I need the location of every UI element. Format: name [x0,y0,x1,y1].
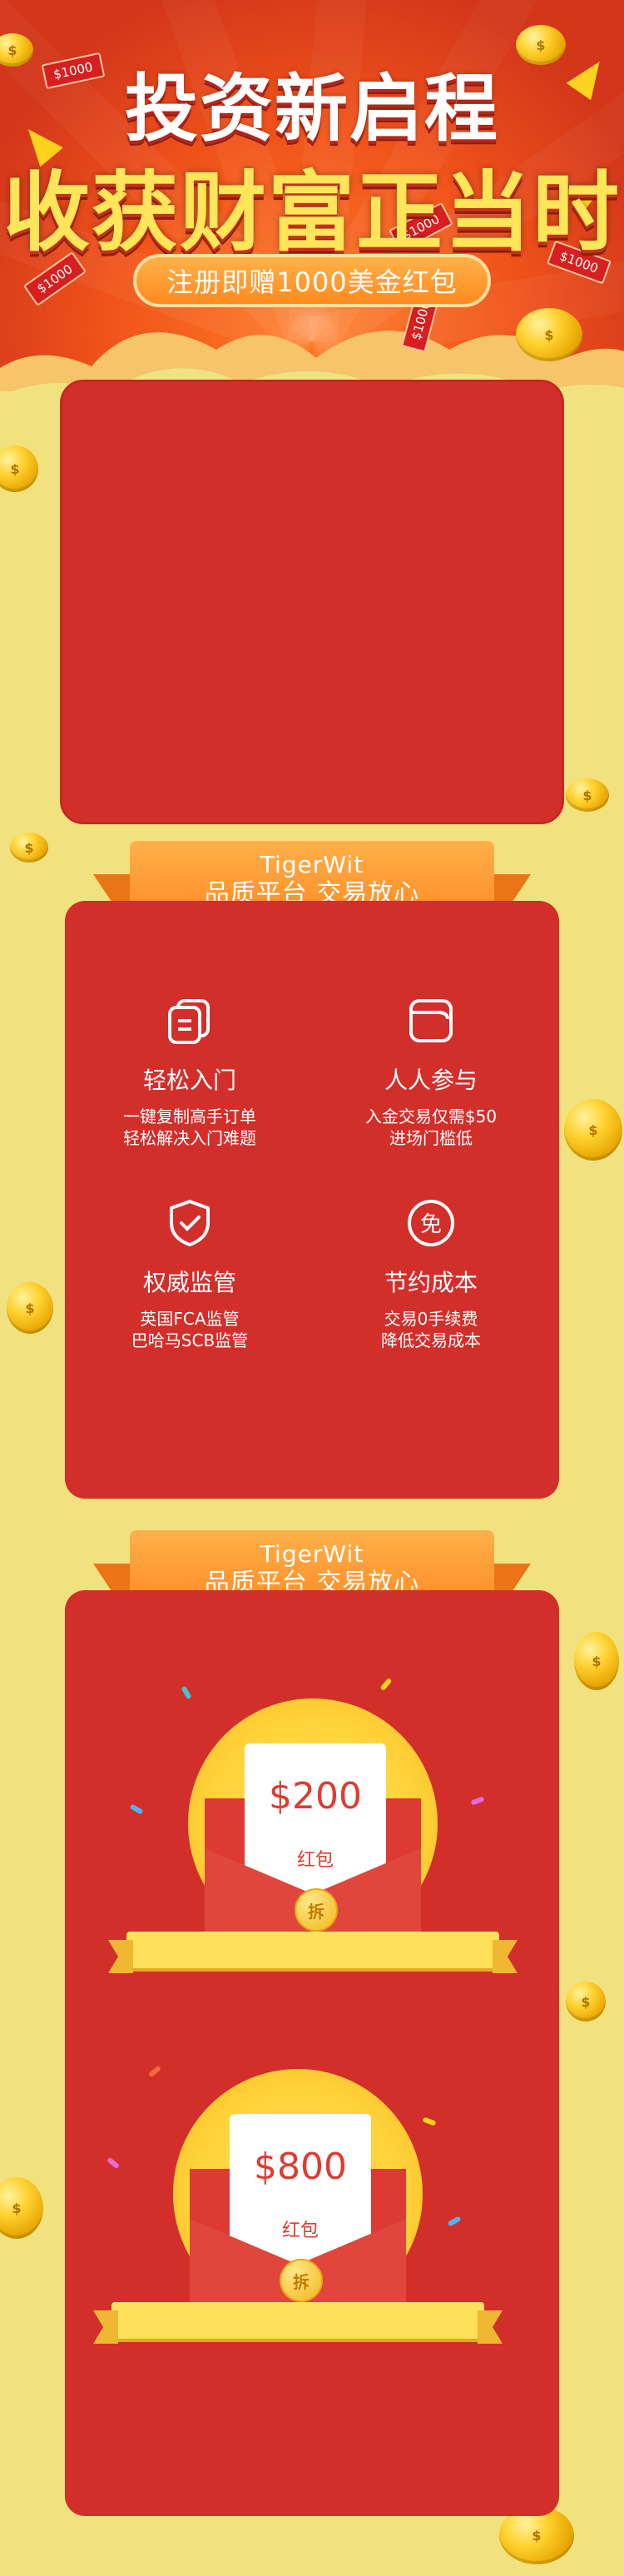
confetti [147,2065,162,2078]
shield-icon [163,1196,216,1250]
feature-title: 权威监管 [142,1269,236,1296]
page: $1000 $1000 $1000 $1000 $1000 投资新启程 收获财富… [0,0,624,2576]
feature-desc: 入金交易仅需$50 [364,1106,498,1126]
packet-amount: $800 [254,2146,347,2188]
feature-everyone-joins: 人人参与 入金交易仅需$50 进场门槛低 [314,994,547,1149]
gold-coin [516,308,582,361]
svg-text:免: 免 [420,1212,442,1237]
feature-desc: 英国FCA监管 [140,1309,240,1329]
copy-icon [163,994,216,1047]
confetti [181,1685,192,1700]
confetti [106,2156,121,2170]
feature-title: 节约成本 [384,1269,478,1296]
gold-coin [0,2177,43,2239]
free-icon: 免 [404,1196,458,1250]
open-seal-button[interactable]: 拆 [280,2259,323,2302]
ribbon-band [93,2302,503,2344]
ribbon-brand: TigerWit [260,850,364,878]
feature-title: 人人参与 [384,1067,478,1094]
open-seal-button[interactable]: 拆 [295,1888,338,1932]
feature-desc: 降低交易成本 [381,1330,481,1350]
gold-coin [564,1099,622,1161]
feature-save-cost: 免 节约成本 交易0手续费 降低交易成本 [314,1196,547,1351]
confetti [470,1796,485,1806]
confetti [379,1677,393,1692]
red-packet-200[interactable]: $200 红包 拆 [108,1677,518,1973]
packet-label: 红包 [296,1850,334,1871]
hero-subtitle: 注册即赠1000美金红包 [166,266,458,298]
confetti [447,2215,462,2227]
subtitle-pill: 注册即赠1000美金红包 [133,254,491,307]
wallet-icon [404,994,458,1047]
feature-desc: 进场门槛低 [389,1128,473,1148]
video-panel[interactable] [60,380,564,824]
feature-desc: 交易0手续费 [384,1309,478,1329]
hero-title-line1: 投资新启程 [124,66,499,152]
red-packets-panel: $200 红包 拆 $800 红包 拆 [65,1590,559,2516]
packet-label: 红包 [281,2220,319,2241]
feature-desc: 一键复制高手订单 [123,1106,256,1126]
gold-coin [574,1632,619,1690]
confetti [422,2116,437,2126]
feature-regulation: 权威监管 英国FCA监管 巴哈马SCB监管 [73,1196,306,1351]
red-packet-800[interactable]: $800 红包 拆 [93,2052,503,2344]
ribbon-brand: TigerWit [260,1539,364,1568]
gold-coin [0,445,38,492]
confetti [129,1803,144,1815]
ribbon-band [108,1932,518,1973]
hero-banner: $1000 $1000 $1000 $1000 $1000 投资新启程 收获财富… [0,0,624,391]
gold-coin [10,833,48,863]
packet-amount: $200 [269,1775,362,1818]
features-panel: 轻松入门 一键复制高手订单 轻松解决入门难题 人人参与 入金交易仅需$50 进场… [65,901,559,1499]
feature-desc: 轻松解决入门难题 [123,1128,256,1148]
feature-desc: 巴哈马SCB监管 [131,1330,249,1350]
hero-title-line2: 收获财富正当时 [2,162,621,263]
gold-coin [7,1282,53,1334]
feature-title: 轻松入门 [142,1067,236,1094]
gold-coin [566,778,609,812]
gold-coin [566,1982,606,2022]
feature-easy-start: 轻松入门 一键复制高手订单 轻松解决入门难题 [73,994,306,1149]
